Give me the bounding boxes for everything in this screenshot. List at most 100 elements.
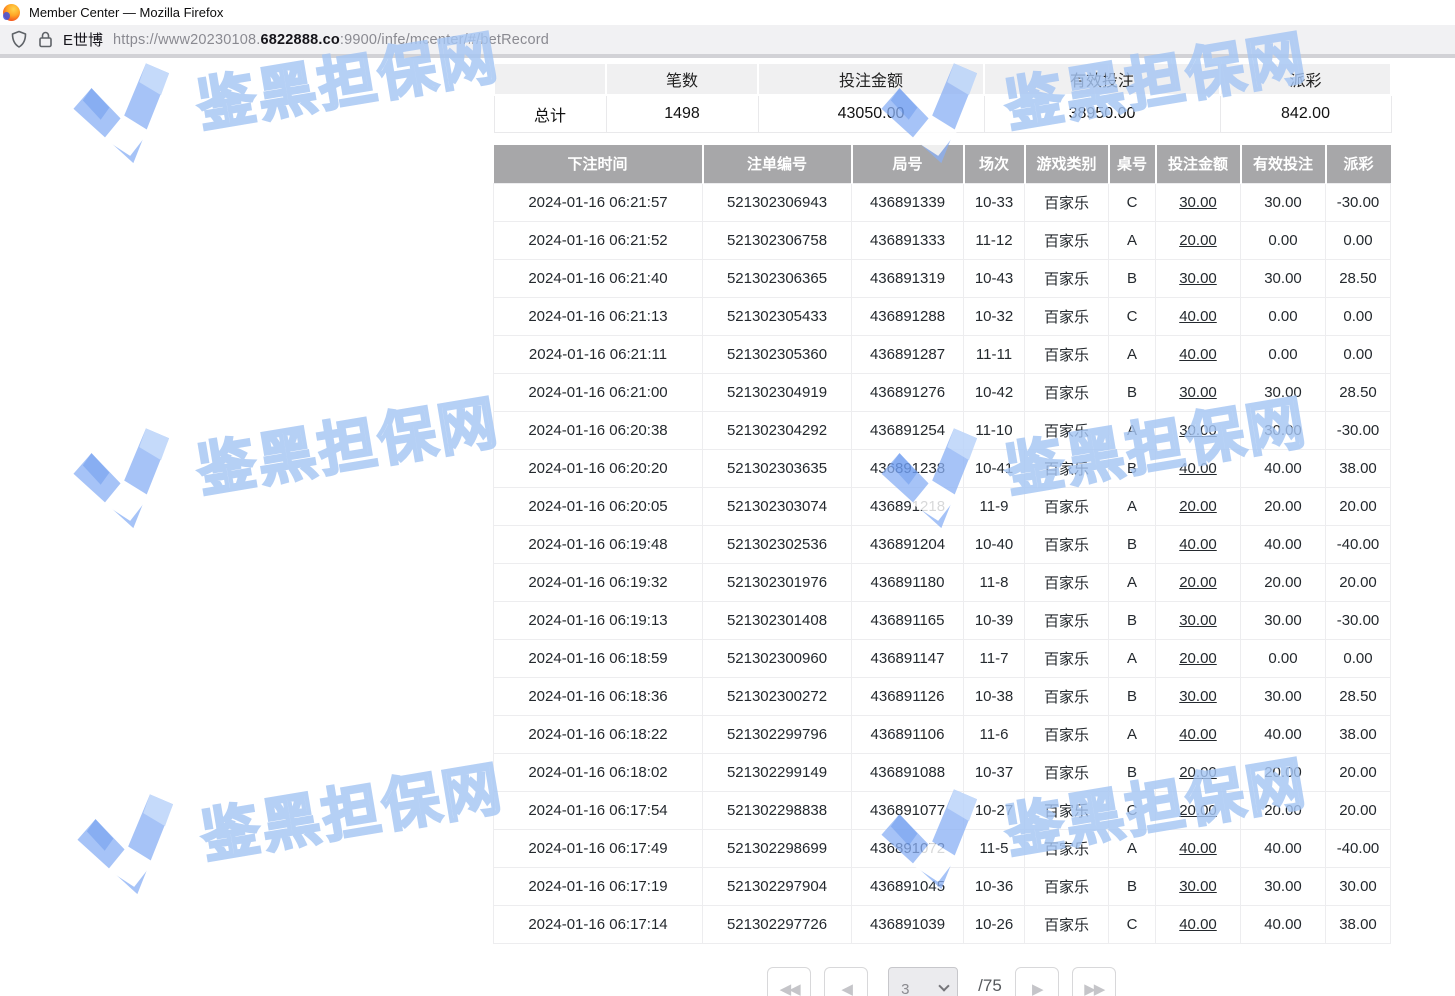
- session-cell: 11-8: [964, 563, 1025, 601]
- game-type-cell: 百家乐: [1025, 183, 1109, 221]
- game-type-cell: 百家乐: [1025, 639, 1109, 677]
- bet-amount-link[interactable]: 40.00: [1156, 449, 1241, 487]
- session-cell: 10-40: [964, 525, 1025, 563]
- bet-time-cell: 2024-01-16 06:21:57: [494, 183, 703, 221]
- bet-no-cell: 521302297904: [703, 867, 852, 905]
- bet-amount-link[interactable]: 30.00: [1156, 867, 1241, 905]
- bet-time-cell: 2024-01-16 06:17:19: [494, 867, 703, 905]
- bet-amount-link[interactable]: 30.00: [1156, 373, 1241, 411]
- valid-bet-cell: 30.00: [1241, 867, 1326, 905]
- bet-amount-link[interactable]: 40.00: [1156, 829, 1241, 867]
- bet-time-cell: 2024-01-16 06:20:05: [494, 487, 703, 525]
- valid-bet-cell: 20.00: [1241, 487, 1326, 525]
- bet-amount-link[interactable]: 40.00: [1156, 335, 1241, 373]
- bet-no-cell: 521302300960: [703, 639, 852, 677]
- watermark-text: 鉴黑担保网: [194, 741, 509, 874]
- session-cell: 11-11: [964, 335, 1025, 373]
- bet-amount-link[interactable]: 30.00: [1156, 601, 1241, 639]
- payout-cell: 0.00: [1326, 335, 1391, 373]
- summary-header-payout: 派彩: [1220, 63, 1391, 95]
- bet-amount-link[interactable]: 40.00: [1156, 525, 1241, 563]
- header-bet-amount: 投注金额: [1156, 145, 1241, 183]
- round-no-cell: 436891165: [852, 601, 964, 639]
- header-payout: 派彩: [1326, 145, 1391, 183]
- bet-amount-link[interactable]: 30.00: [1156, 183, 1241, 221]
- firefox-icon: [3, 4, 20, 21]
- payout-cell: 38.00: [1326, 905, 1391, 943]
- bet-amount-link[interactable]: 40.00: [1156, 297, 1241, 335]
- url-text[interactable]: https://www20230108.6822888.co:9900/infe…: [113, 32, 549, 48]
- url-bar[interactable]: E世博 https://www20230108.6822888.co:9900/…: [0, 25, 1455, 58]
- bet-amount-link[interactable]: 40.00: [1156, 905, 1241, 943]
- bet-time-cell: 2024-01-16 06:21:40: [494, 259, 703, 297]
- round-no-cell: 436891072: [852, 829, 964, 867]
- bet-amount-link[interactable]: 30.00: [1156, 677, 1241, 715]
- bet-amount-link[interactable]: 20.00: [1156, 487, 1241, 525]
- bet-time-cell: 2024-01-16 06:18:36: [494, 677, 703, 715]
- summary-total-label: 总计: [494, 95, 606, 132]
- game-type-cell: 百家乐: [1025, 259, 1109, 297]
- pagination-last-button[interactable]: ▶▶: [1072, 967, 1116, 996]
- table-row: 2024-01-16 06:21:13 521302305433 4368912…: [494, 297, 1391, 335]
- bet-amount-link[interactable]: 20.00: [1156, 753, 1241, 791]
- session-cell: 10-26: [964, 905, 1025, 943]
- site-name-label: E世博: [63, 29, 103, 50]
- round-no-cell: 436891045: [852, 867, 964, 905]
- page-select[interactable]: 3: [888, 967, 958, 996]
- total-pages-label: /75: [978, 976, 1002, 996]
- table-no-cell: B: [1109, 601, 1156, 639]
- round-no-cell: 436891180: [852, 563, 964, 601]
- lock-icon[interactable]: [38, 30, 53, 49]
- valid-bet-cell: 30.00: [1241, 601, 1326, 639]
- bet-amount-link[interactable]: 20.00: [1156, 563, 1241, 601]
- round-no-cell: 436891287: [852, 335, 964, 373]
- table-row: 2024-01-16 06:20:20 521302303635 4368912…: [494, 449, 1391, 487]
- table-row: 2024-01-16 06:17:14 521302297726 4368910…: [494, 905, 1391, 943]
- pagination-next-button[interactable]: ▶: [1015, 967, 1059, 996]
- window-titlebar: Member Center — Mozilla Firefox: [0, 0, 1455, 25]
- bet-amount-link[interactable]: 20.00: [1156, 639, 1241, 677]
- table-row: 2024-01-16 06:18:02 521302299149 4368910…: [494, 753, 1391, 791]
- bet-time-cell: 2024-01-16 06:20:20: [494, 449, 703, 487]
- round-no-cell: 436891204: [852, 525, 964, 563]
- game-type-cell: 百家乐: [1025, 753, 1109, 791]
- first-page-icon: ◀◀: [780, 980, 799, 996]
- table-row: 2024-01-16 06:17:54 521302298838 4368910…: [494, 791, 1391, 829]
- valid-bet-cell: 0.00: [1241, 297, 1326, 335]
- watermark-logo-icon: [55, 53, 191, 175]
- game-type-cell: 百家乐: [1025, 525, 1109, 563]
- pagination-first-button[interactable]: ◀◀: [767, 967, 811, 996]
- payout-cell: -40.00: [1326, 829, 1391, 867]
- session-cell: 11-9: [964, 487, 1025, 525]
- bet-amount-link[interactable]: 20.00: [1156, 791, 1241, 829]
- bet-no-cell: 521302299149: [703, 753, 852, 791]
- url-prefix: https://www20230108.: [113, 32, 260, 48]
- watermark-text: 鉴黑担保网: [190, 375, 505, 508]
- game-type-cell: 百家乐: [1025, 715, 1109, 753]
- table-no-cell: C: [1109, 905, 1156, 943]
- bet-amount-link[interactable]: 40.00: [1156, 715, 1241, 753]
- valid-bet-cell: 30.00: [1241, 677, 1326, 715]
- summary-payout-value: 842.00: [1220, 95, 1391, 132]
- bet-amount-link[interactable]: 30.00: [1156, 259, 1241, 297]
- valid-bet-cell: 30.00: [1241, 183, 1326, 221]
- valid-bet-cell: 20.00: [1241, 753, 1326, 791]
- session-cell: 11-12: [964, 221, 1025, 259]
- shield-icon[interactable]: [10, 30, 28, 49]
- payout-cell: 28.50: [1326, 259, 1391, 297]
- payout-cell: 30.00: [1326, 867, 1391, 905]
- bet-amount-link[interactable]: 30.00: [1156, 411, 1241, 449]
- game-type-cell: 百家乐: [1025, 449, 1109, 487]
- bet-amount-link[interactable]: 20.00: [1156, 221, 1241, 259]
- table-row: 2024-01-16 06:21:57 521302306943 4368913…: [494, 183, 1391, 221]
- valid-bet-cell: 0.00: [1241, 639, 1326, 677]
- summary-header-blank: [494, 63, 606, 95]
- pagination-prev-button[interactable]: ◀: [824, 967, 868, 996]
- table-no-cell: B: [1109, 449, 1156, 487]
- valid-bet-cell: 40.00: [1241, 829, 1326, 867]
- payout-cell: 28.50: [1326, 677, 1391, 715]
- table-no-cell: A: [1109, 715, 1156, 753]
- table-no-cell: A: [1109, 563, 1156, 601]
- bet-time-cell: 2024-01-16 06:17:49: [494, 829, 703, 867]
- bet-time-cell: 2024-01-16 06:21:52: [494, 221, 703, 259]
